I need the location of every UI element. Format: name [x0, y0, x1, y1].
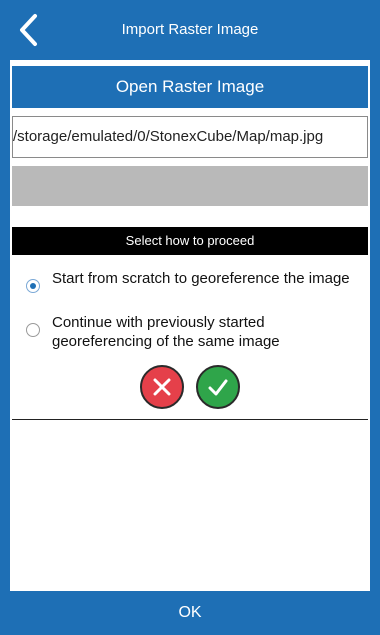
- proceed-dialog: Select how to proceed Start from scratch…: [12, 227, 368, 420]
- check-icon: [208, 379, 228, 396]
- dialog-title: Select how to proceed: [12, 227, 368, 255]
- page-title: Import Raster Image: [121, 21, 259, 38]
- file-path-field[interactable]: /storage/emulated/0/StonexCube/Map/map.j…: [12, 116, 368, 158]
- radio-start-from-scratch[interactable]: [26, 279, 40, 293]
- option-label: Start from scratch to georeference the i…: [52, 270, 350, 287]
- confirm-button[interactable]: [196, 365, 240, 409]
- radio-continue-previous[interactable]: [26, 323, 40, 337]
- empty-status-bar: [12, 166, 368, 206]
- cancel-button[interactable]: [140, 365, 184, 409]
- back-button[interactable]: [6, 8, 50, 52]
- option-label: Continue with previously started georefe…: [52, 314, 280, 350]
- open-raster-image-button[interactable]: Open Raster Image: [12, 66, 368, 108]
- close-icon: [153, 378, 171, 396]
- chevron-left-icon: [20, 14, 37, 46]
- ok-button[interactable]: OK: [0, 591, 380, 635]
- dialog-actions: [12, 365, 368, 409]
- app-header: Import Raster Image: [0, 0, 380, 60]
- option-start-from-scratch[interactable]: Start from scratch to georeference the i…: [26, 269, 352, 293]
- option-continue-previous[interactable]: Continue with previously started georefe…: [26, 313, 352, 351]
